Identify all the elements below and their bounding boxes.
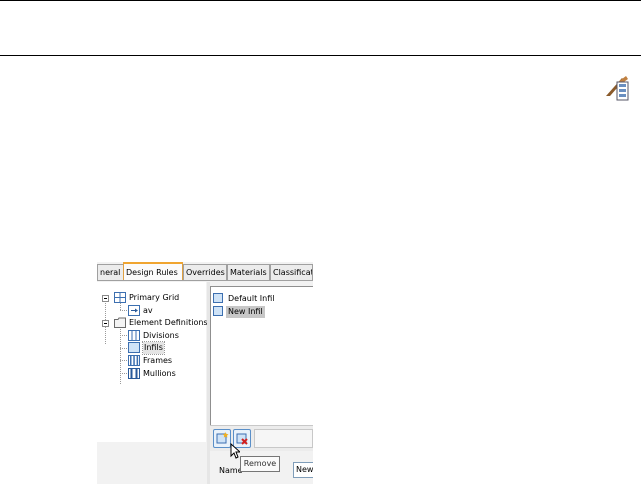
design-rules-tree: Primary Grid av Element Definitions Divi… bbox=[97, 282, 208, 442]
infill-toolbar bbox=[210, 425, 313, 452]
tab-general[interactable]: neral bbox=[97, 264, 124, 280]
tree-node-label: Primary Grid bbox=[129, 293, 180, 302]
list-item-label: New Infil bbox=[226, 306, 265, 318]
tree-node-label: Mullions bbox=[143, 369, 176, 378]
tab-strip: neral Design Rules Overrides Materials C… bbox=[97, 262, 313, 281]
grid-icon bbox=[114, 292, 126, 303]
tab-baseline bbox=[97, 280, 313, 281]
collapse-primary-grid-toggle[interactable] bbox=[102, 295, 109, 302]
tab-design-rules[interactable]: Design Rules bbox=[123, 262, 183, 281]
header-divider bbox=[0, 55, 641, 56]
infill-icon bbox=[213, 293, 223, 303]
tab-materials[interactable]: Materials bbox=[227, 264, 270, 280]
division-assignment-icon bbox=[128, 305, 140, 316]
tree-node-label: Frames bbox=[143, 356, 173, 365]
tab-classifications[interactable]: Classificat bbox=[270, 264, 313, 280]
folder-icon bbox=[114, 317, 126, 328]
mullions-icon bbox=[128, 368, 140, 379]
collapse-element-definitions-toggle[interactable] bbox=[102, 320, 109, 327]
infill-list: Default Infil New Infil bbox=[210, 286, 313, 426]
add-infill-icon bbox=[216, 432, 229, 444]
infill-icon bbox=[128, 342, 140, 353]
top-divider bbox=[0, 0, 641, 1]
tab-overrides[interactable]: Overrides bbox=[183, 264, 227, 280]
mouse-pointer-icon bbox=[230, 443, 240, 459]
tree-node-label: Divisions bbox=[143, 331, 179, 340]
style-manager-screenshot: neral Design Rules Overrides Materials C… bbox=[97, 262, 313, 484]
frames-icon bbox=[128, 355, 140, 366]
curtain-wall-tool-icon bbox=[606, 76, 629, 101]
name-input[interactable]: New bbox=[293, 462, 313, 478]
toolbar-empty-area bbox=[254, 429, 313, 448]
list-item-label: Default Infil bbox=[228, 294, 275, 303]
add-infill-button[interactable] bbox=[213, 429, 231, 448]
infill-icon bbox=[213, 306, 223, 316]
tree-node-label: Element Definitions bbox=[129, 318, 208, 327]
tree-node-label: Infils bbox=[142, 341, 165, 355]
remove-tooltip: Remove bbox=[240, 456, 280, 472]
divisions-icon bbox=[128, 330, 140, 341]
tree-node-label: av bbox=[143, 306, 153, 315]
